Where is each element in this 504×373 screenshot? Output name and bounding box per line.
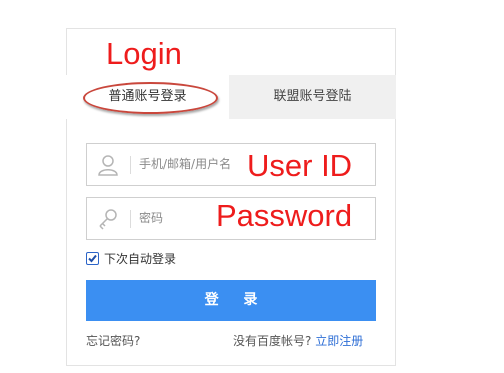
remember-checkbox[interactable]	[86, 252, 99, 265]
tab-normal-account[interactable]: 普通账号登录	[66, 75, 229, 119]
password-annotation: Password	[216, 198, 353, 233]
check-icon	[88, 254, 97, 263]
key-icon	[95, 207, 121, 231]
username-placeholder: 手机/邮箱/用户名	[139, 157, 232, 171]
remember-label: 下次自动登录	[104, 252, 177, 266]
no-account-text: 没有百度帐号?	[233, 334, 312, 348]
forgot-password-link[interactable]: 忘记密码?	[86, 332, 140, 349]
tab-normal-account-label: 普通账号登录	[108, 89, 187, 104]
register-prompt: 没有百度帐号? 立即注册	[233, 332, 363, 349]
tab-union-account[interactable]: 联盟账号登陆	[229, 75, 396, 119]
password-field-separator	[130, 210, 131, 228]
user-id-annotation: User ID	[247, 148, 353, 183]
register-link[interactable]: 立即注册	[315, 334, 363, 348]
login-annotation: Login	[106, 36, 182, 71]
login-button[interactable]: 登 录	[86, 280, 376, 321]
username-field-separator	[130, 156, 131, 174]
user-icon	[95, 153, 121, 177]
password-placeholder: 密码	[139, 211, 164, 225]
